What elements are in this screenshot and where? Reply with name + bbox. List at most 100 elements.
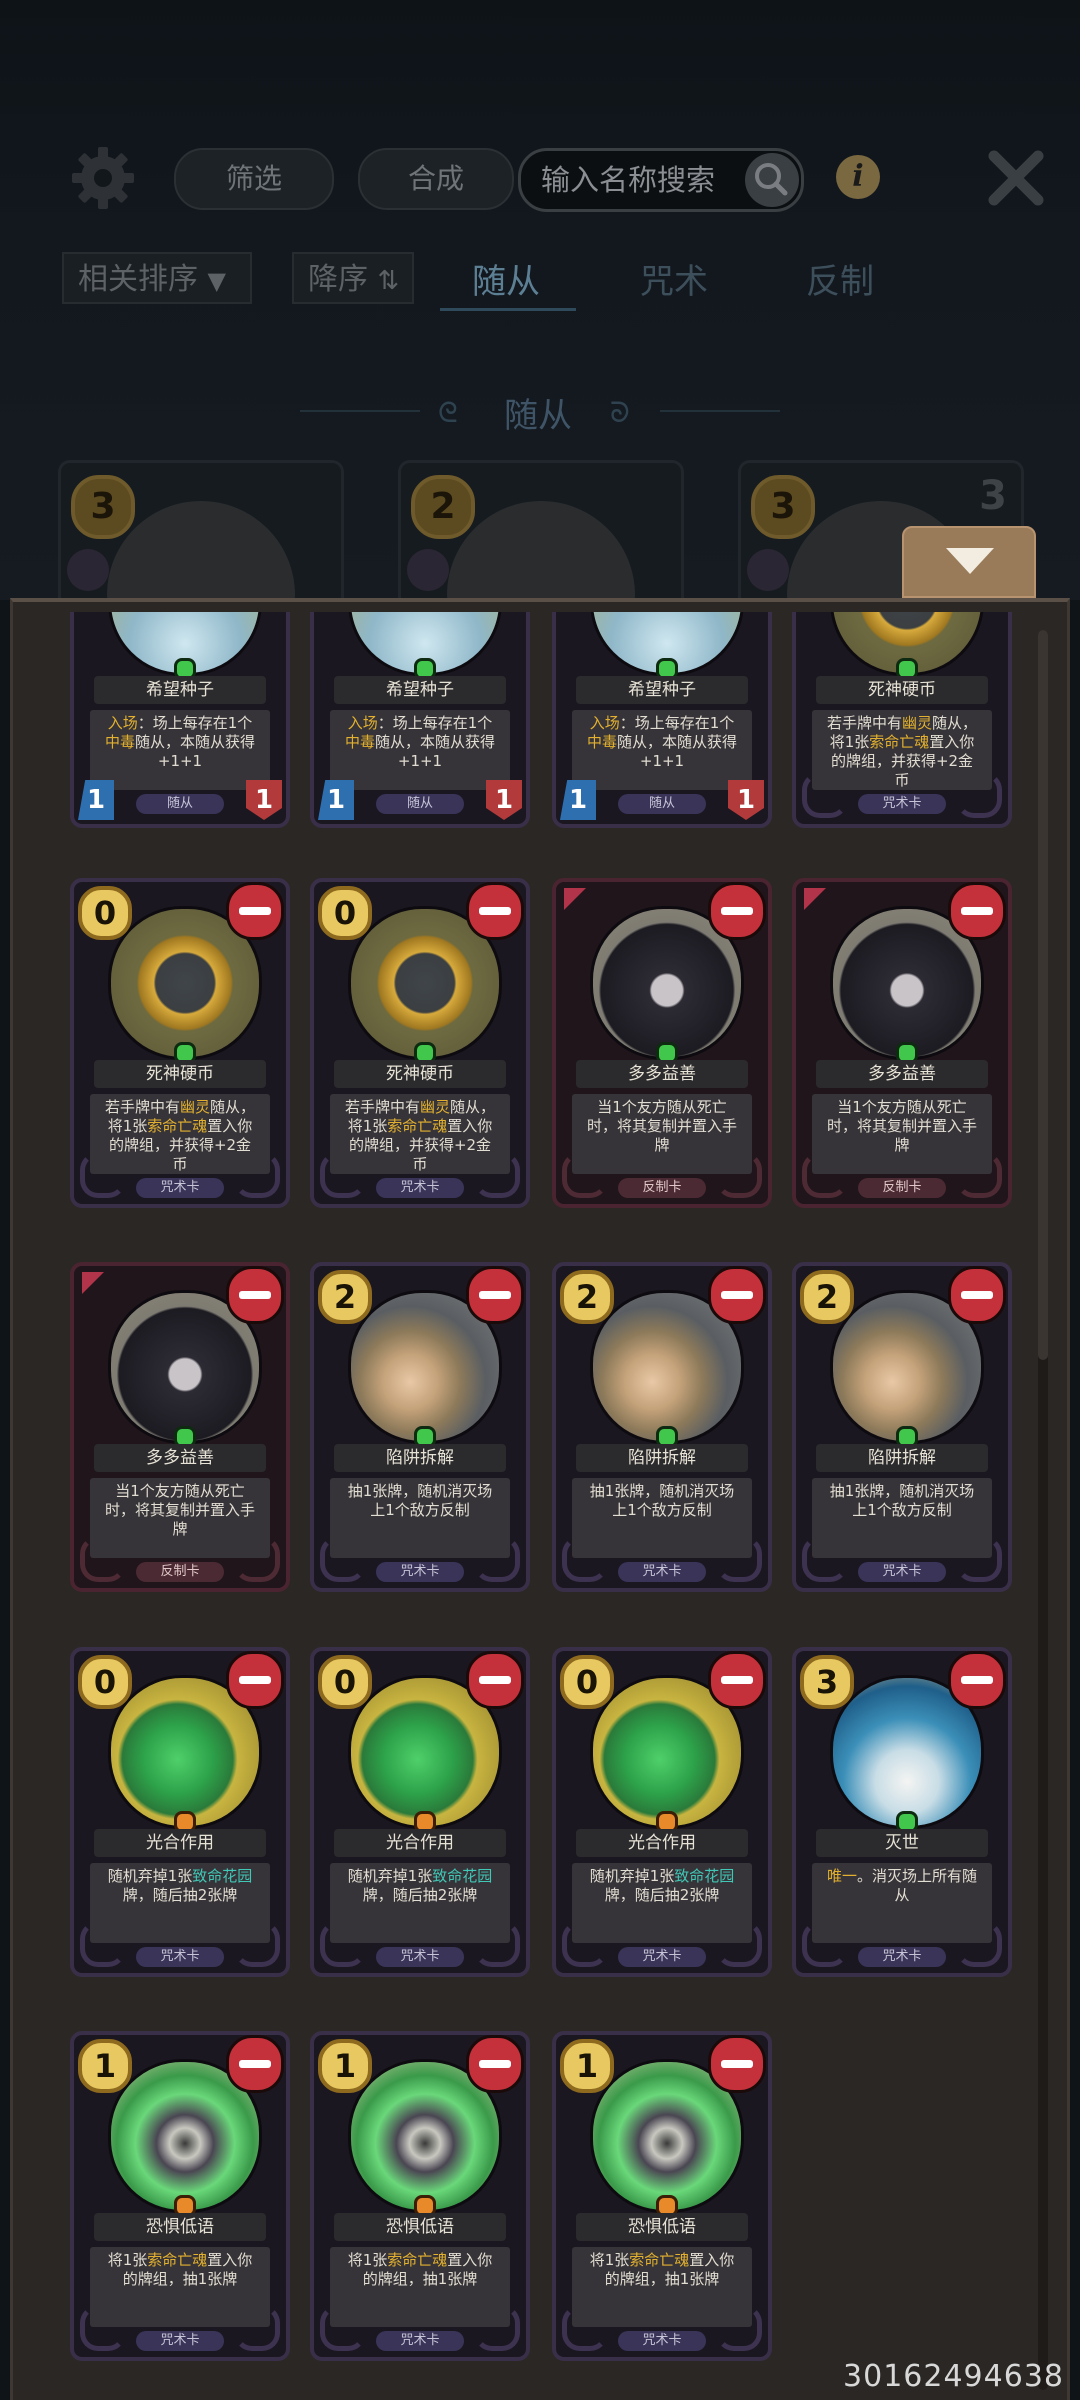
description-fragment: 牌，随后抽2张牌 [604,1886,720,1904]
swirl-ornament-icon [80,1152,126,1198]
settings-gear-icon[interactable] [70,145,136,211]
compose-button[interactable]: 合成 [358,148,514,210]
sort-dropdown[interactable]: 相关排序 ▼ [62,252,252,304]
remove-card-button[interactable] [226,1651,284,1709]
swirl-icon [67,549,109,591]
collection-card[interactable]: 0 死神硬币 若手牌中有幽灵随从， 将1张索命亡魂置入你 的牌组，并获得+2金币咒术卡 [310,878,530,1208]
swirl-ornament-icon [716,1152,762,1198]
description-fragment: 的牌组，并获得+2金 [348,1136,492,1154]
health-stat: 1 [246,780,282,820]
scrollbar-thumb[interactable] [1038,630,1048,1360]
collection-card[interactable]: 2 陷阱拆解 抽1张牌，随机消灭场 上1个敌方反制 咒术卡 [310,1262,530,1592]
card-name: 恐惧低语 [334,2213,506,2241]
description-fragment: 的牌组，抽1张牌 [122,2270,238,2288]
remove-card-button[interactable] [708,1266,766,1324]
ornament-right-icon: ᘐ [610,396,630,429]
remove-card-button[interactable] [948,1266,1006,1324]
description-fragment: 的牌组，并获得+2金 [108,1136,252,1154]
card-type-badge: 咒术卡 [858,794,946,814]
info-icon[interactable]: i [836,155,880,199]
background-card[interactable]: 3 [58,460,344,613]
collapse-panel-button[interactable] [902,526,1036,598]
collection-card[interactable]: 0 死神硬币 若手牌中有幽灵随从， 将1张索命亡魂置入你 的牌组，并获得+2金币咒术卡 [70,878,290,1208]
card-cost: 1 [78,2039,132,2093]
description-fragment: 上1个敌方反制 [612,1501,712,1519]
description-fragment: 币 [894,771,910,789]
tab-minions[interactable]: 随从 [472,254,540,303]
collection-card[interactable]: 希望种子 入场：场上每存在1个 中毒随从，本随从获得 +1+1 随从 1 1 [310,612,530,828]
card-name: 多多益善 [94,1444,266,1472]
order-toggle[interactable]: 降序 ⇅ [292,252,414,304]
collection-card[interactable]: 3 灭世 唯一。消灭场上所有随从咒术卡 [792,1647,1012,1977]
card-cost: 1 [318,2039,372,2093]
description-fragment: 将1张 [347,1117,388,1135]
remove-card-button[interactable] [466,882,524,940]
description-fragment: 若手牌中有 [826,714,902,732]
collection-card[interactable]: 1 恐惧低语 将1张索命亡魂置入你 的牌组，抽1张牌 咒术卡 [70,2031,290,2361]
card-cost: 1 [560,2039,614,2093]
card-name: 希望种子 [94,676,266,704]
search-button[interactable] [745,153,799,207]
description-fragment: 的牌组，并获得+2金 [830,752,974,770]
counter-card-icon [564,888,586,910]
collection-card[interactable]: 0 光合作用 随机弃掉1张致命花园 牌，随后抽2张牌 咒术卡 [552,1647,772,1977]
card-name: 死神硬币 [816,676,988,704]
collection-card[interactable]: 2 陷阱拆解 抽1张牌，随机消灭场 上1个敌方反制 咒术卡 [792,1262,1012,1592]
card-cost: 2 [560,1270,614,1324]
filter-button[interactable]: 筛选 [174,148,334,210]
description-fragment: 随从， [932,714,978,732]
description-fragment: 牌，随后抽2张牌 [122,1886,238,1904]
sort-label: 相关排序 [78,262,198,297]
collection-card[interactable]: 2 陷阱拆解 抽1张牌，随机消灭场 上1个敌方反制 咒术卡 [552,1262,772,1592]
close-icon[interactable] [986,148,1046,208]
description-fragment: 随机弃掉1张 [347,1867,433,1885]
collection-card[interactable]: 0 光合作用 随机弃掉1张致命花园 牌，随后抽2张牌 咒术卡 [310,1647,530,1977]
card-type-badge: 咒术卡 [618,1562,706,1582]
description-fragment: 中毒 [344,733,375,751]
swirl-ornament-icon [716,1921,762,1967]
collection-card[interactable]: 希望种子 入场：场上每存在1个 中毒随从，本随从获得 +1+1 随从 1 1 [552,612,772,828]
remove-card-button[interactable] [226,882,284,940]
collection-card[interactable]: 希望种子 入场：场上每存在1个 中毒随从，本随从获得 +1+1 随从 1 1 [70,612,290,828]
description-fragment: 将1张 [347,2251,388,2269]
remove-card-button[interactable] [226,2035,284,2093]
remove-card-button[interactable] [466,1266,524,1324]
remove-card-button[interactable] [708,882,766,940]
description-fragment: 致命花园 [192,1867,253,1885]
remove-card-button[interactable] [948,1651,1006,1709]
remove-card-button[interactable] [466,1651,524,1709]
tab-counters[interactable]: 反制 [806,254,874,303]
swirl-icon [747,549,789,591]
description-fragment: 随机弃掉1张 [107,1867,193,1885]
remove-card-button[interactable] [466,2035,524,2093]
collection-card[interactable]: 多多益善 当1个友方随从死亡 时，将其复制并置入手牌反制卡 [70,1262,290,1592]
card-name: 死神硬币 [94,1060,266,1088]
collection-card[interactable]: 1 恐惧低语 将1张索命亡魂置入你 的牌组，抽1张牌 咒术卡 [552,2031,772,2361]
remove-card-button[interactable] [708,1651,766,1709]
collection-card[interactable]: 多多益善 当1个友方随从死亡 时，将其复制并置入手牌反制卡 [552,878,772,1208]
swirl-ornament-icon [562,1536,608,1582]
card-type-badge: 咒术卡 [136,1947,224,1967]
collection-card[interactable]: 0 光合作用 随机弃掉1张致命花园 牌，随后抽2张牌 咒术卡 [70,1647,290,1977]
background-card[interactable]: 2 [398,460,684,613]
tab-spells[interactable]: 咒术 [640,254,708,303]
search-field[interactable]: 输入名称搜索 [518,148,804,212]
swirl-ornament-icon [956,1921,1002,1967]
card-cost: 0 [78,1655,132,1709]
remove-card-button[interactable] [948,882,1006,940]
description-fragment: 置入你 [207,1117,253,1135]
card-type-badge: 咒术卡 [858,1562,946,1582]
description-fragment: 牌 [172,1520,188,1538]
description-fragment: 抽1张牌，随机消灭场 [589,1482,735,1500]
remove-card-button[interactable] [708,2035,766,2093]
collection-card[interactable]: 多多益善 当1个友方随从死亡 时，将其复制并置入手牌反制卡 [792,878,1012,1208]
swirl-ornament-icon [956,1152,1002,1198]
collection-card[interactable]: 死神硬币 若手牌中有幽灵随从， 将1张索命亡魂置入你 的牌组，并获得+2金币咒术卡 [792,612,1012,828]
remove-card-button[interactable] [226,1266,284,1324]
swirl-ornament-icon [80,1536,126,1582]
description-fragment: 随从， [210,1098,256,1116]
collection-card[interactable]: 1 恐惧低语 将1张索命亡魂置入你 的牌组，抽1张牌 咒术卡 [310,2031,530,2361]
swirl-ornament-icon [234,2305,280,2351]
card-name: 希望种子 [576,676,748,704]
description-fragment: 索命亡魂 [869,733,930,751]
